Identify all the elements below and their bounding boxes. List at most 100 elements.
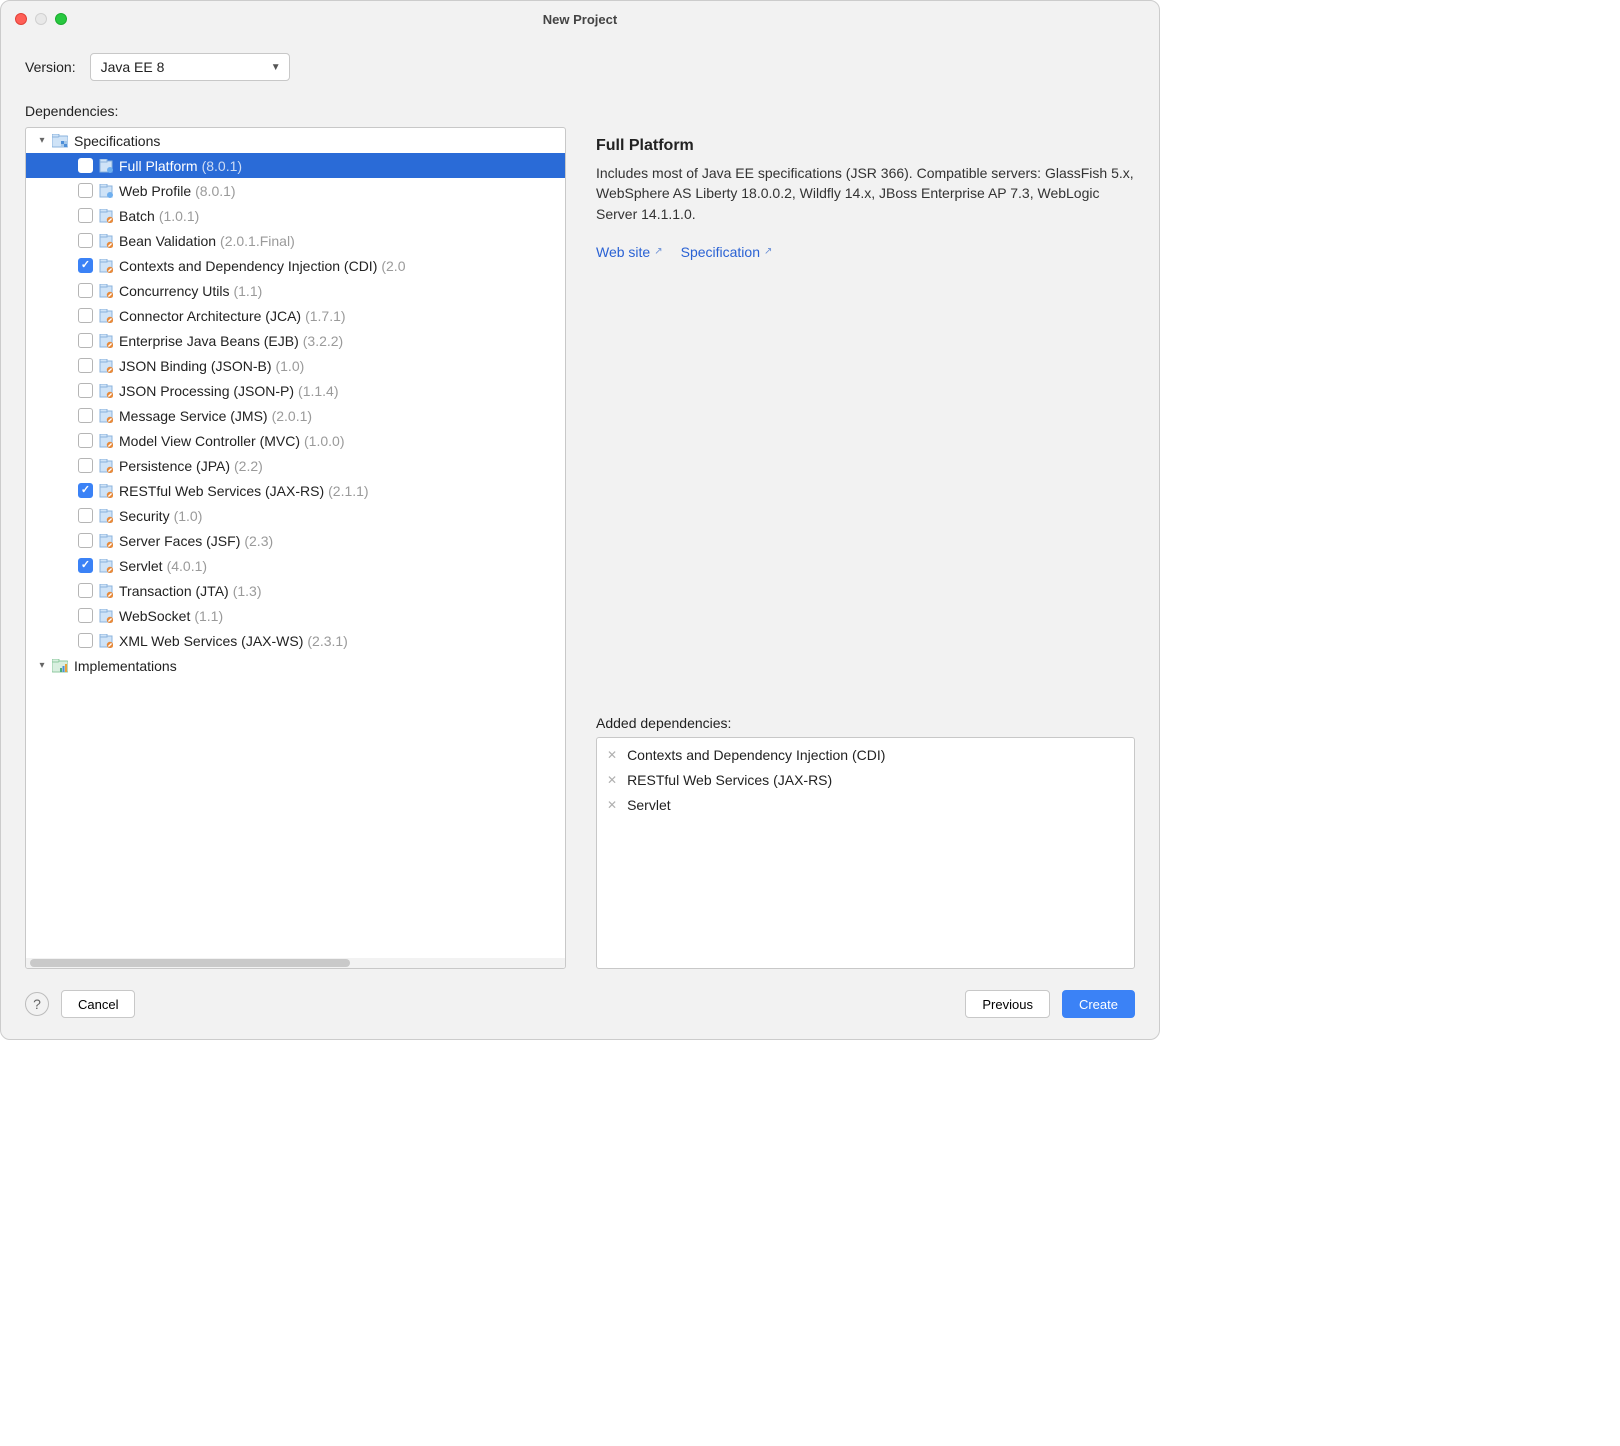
checkbox[interactable] — [78, 233, 93, 248]
window-controls — [15, 13, 67, 25]
checkbox[interactable] — [78, 333, 93, 348]
close-icon[interactable] — [15, 13, 27, 25]
checkbox[interactable] — [78, 458, 93, 473]
tree-item-version: (3.2.2) — [303, 333, 343, 349]
tree-item[interactable]: Model View Controller (MVC) (1.0.0) — [26, 428, 565, 453]
tree-item-version: (4.0.1) — [167, 558, 207, 574]
tree-item-label: Servlet — [119, 558, 163, 574]
cancel-button[interactable]: Cancel — [61, 990, 135, 1018]
checkbox[interactable] — [78, 508, 93, 523]
specification-link[interactable]: Specification↗ — [681, 244, 773, 260]
tree-item[interactable]: Web Profile (8.0.1) — [26, 178, 565, 203]
remove-icon[interactable]: ✕ — [607, 774, 617, 786]
checkbox[interactable] — [78, 583, 93, 598]
checkbox[interactable] — [78, 533, 93, 548]
new-project-dialog: New Project Version: Java EE 8 ▼ Depende… — [0, 0, 1160, 1040]
remove-icon[interactable]: ✕ — [607, 749, 617, 761]
create-button[interactable]: Create — [1062, 990, 1135, 1018]
checkbox[interactable] — [78, 483, 93, 498]
spec-icon — [99, 234, 113, 248]
tree-group[interactable]: ▾ Specifications — [26, 128, 565, 153]
tree-item-label: Bean Validation — [119, 233, 216, 249]
checkbox[interactable] — [78, 633, 93, 648]
chevron-down-icon[interactable]: ▾ — [34, 135, 50, 146]
tree-item-version: (8.0.1) — [195, 183, 235, 199]
tree-item-label: Model View Controller (MVC) — [119, 433, 300, 449]
tree-item-version: (1.0.1) — [159, 208, 199, 224]
spec-icon — [99, 559, 113, 573]
tree-item-version: (2.0 — [381, 258, 405, 274]
tree-item-label: JSON Processing (JSON-P) — [119, 383, 294, 399]
tree-item-label: XML Web Services (JAX-WS) — [119, 633, 303, 649]
checkbox[interactable] — [78, 408, 93, 423]
tree-item-version: (8.0.1) — [202, 158, 242, 174]
checkbox[interactable] — [78, 258, 93, 273]
tree-item[interactable]: Persistence (JPA) (2.2) — [26, 453, 565, 478]
spec-icon — [99, 484, 113, 498]
tree-item-version: (1.1) — [233, 283, 262, 299]
website-link[interactable]: Web site↗ — [596, 244, 663, 260]
tree-item[interactable]: WebSocket (1.1) — [26, 603, 565, 628]
detail-description: Includes most of Java EE specifications … — [596, 163, 1135, 224]
checkbox[interactable] — [78, 608, 93, 623]
tree-item-label: Persistence (JPA) — [119, 458, 230, 474]
tree-item[interactable]: Security (1.0) — [26, 503, 565, 528]
tree-item-label: Server Faces (JSF) — [119, 533, 240, 549]
checkbox[interactable] — [78, 208, 93, 223]
checkbox[interactable] — [78, 433, 93, 448]
chevron-down-icon: ▼ — [271, 62, 281, 73]
previous-button[interactable]: Previous — [965, 990, 1050, 1018]
added-dep-row: ✕ Contexts and Dependency Injection (CDI… — [597, 742, 1134, 767]
dependencies-label: Dependencies: — [25, 103, 1135, 119]
tree-item[interactable]: Servlet (4.0.1) — [26, 553, 565, 578]
tree-item[interactable]: Server Faces (JSF) (2.3) — [26, 528, 565, 553]
checkbox[interactable] — [78, 283, 93, 298]
checkbox[interactable] — [78, 308, 93, 323]
checkbox[interactable] — [78, 383, 93, 398]
help-button[interactable]: ? — [25, 992, 49, 1016]
tree-item[interactable]: Transaction (JTA) (1.3) — [26, 578, 565, 603]
tree-item-version: (2.0.1) — [272, 408, 312, 424]
window-title: New Project — [543, 12, 617, 27]
spec-icon — [99, 259, 113, 273]
minimize-icon — [35, 13, 47, 25]
tree-item[interactable]: XML Web Services (JAX-WS) (2.3.1) — [26, 628, 565, 653]
chevron-down-icon[interactable]: ▾ — [34, 660, 50, 671]
tree-item[interactable]: Message Service (JMS) (2.0.1) — [26, 403, 565, 428]
folder-icon — [52, 134, 68, 148]
tree-item[interactable]: JSON Processing (JSON-P) (1.1.4) — [26, 378, 565, 403]
tree-item-label: Transaction (JTA) — [119, 583, 229, 599]
checkbox[interactable] — [78, 558, 93, 573]
tree-item-version: (2.3.1) — [307, 633, 347, 649]
checkbox[interactable] — [78, 183, 93, 198]
tree-item[interactable]: RESTful Web Services (JAX-RS) (2.1.1) — [26, 478, 565, 503]
spec-icon — [99, 384, 113, 398]
maximize-icon[interactable] — [55, 13, 67, 25]
tree-item[interactable]: Full Platform (8.0.1) — [26, 153, 565, 178]
tree-item[interactable]: JSON Binding (JSON-B) (1.0) — [26, 353, 565, 378]
spec-icon — [99, 409, 113, 423]
version-select[interactable]: Java EE 8 ▼ — [90, 53, 290, 81]
dependencies-tree[interactable]: ▾ Specifications Full Platform (8.0.1) W… — [26, 128, 565, 958]
added-dep-label: Servlet — [627, 797, 671, 813]
spec-icon — [99, 434, 113, 448]
checkbox[interactable] — [78, 158, 93, 173]
dependencies-tree-pane: ▾ Specifications Full Platform (8.0.1) W… — [25, 127, 566, 969]
added-dep-label: Contexts and Dependency Injection (CDI) — [627, 747, 885, 763]
tree-item[interactable]: Concurrency Utils (1.1) — [26, 278, 565, 303]
horizontal-scrollbar[interactable] — [26, 958, 565, 968]
tree-group-label: Implementations — [74, 658, 177, 674]
tree-group[interactable]: ▾ Implementations — [26, 653, 565, 678]
tree-item[interactable]: Contexts and Dependency Injection (CDI) … — [26, 253, 565, 278]
tree-item[interactable]: Enterprise Java Beans (EJB) (3.2.2) — [26, 328, 565, 353]
spec-icon — [99, 159, 113, 173]
tree-item-label: Enterprise Java Beans (EJB) — [119, 333, 299, 349]
tree-item[interactable]: Connector Architecture (JCA) (1.7.1) — [26, 303, 565, 328]
tree-item[interactable]: Bean Validation (2.0.1.Final) — [26, 228, 565, 253]
tree-item[interactable]: Batch (1.0.1) — [26, 203, 565, 228]
checkbox[interactable] — [78, 358, 93, 373]
spec-icon — [99, 509, 113, 523]
tree-item-version: (1.7.1) — [305, 308, 345, 324]
remove-icon[interactable]: ✕ — [607, 799, 617, 811]
tree-item-label: Contexts and Dependency Injection (CDI) — [119, 258, 377, 274]
